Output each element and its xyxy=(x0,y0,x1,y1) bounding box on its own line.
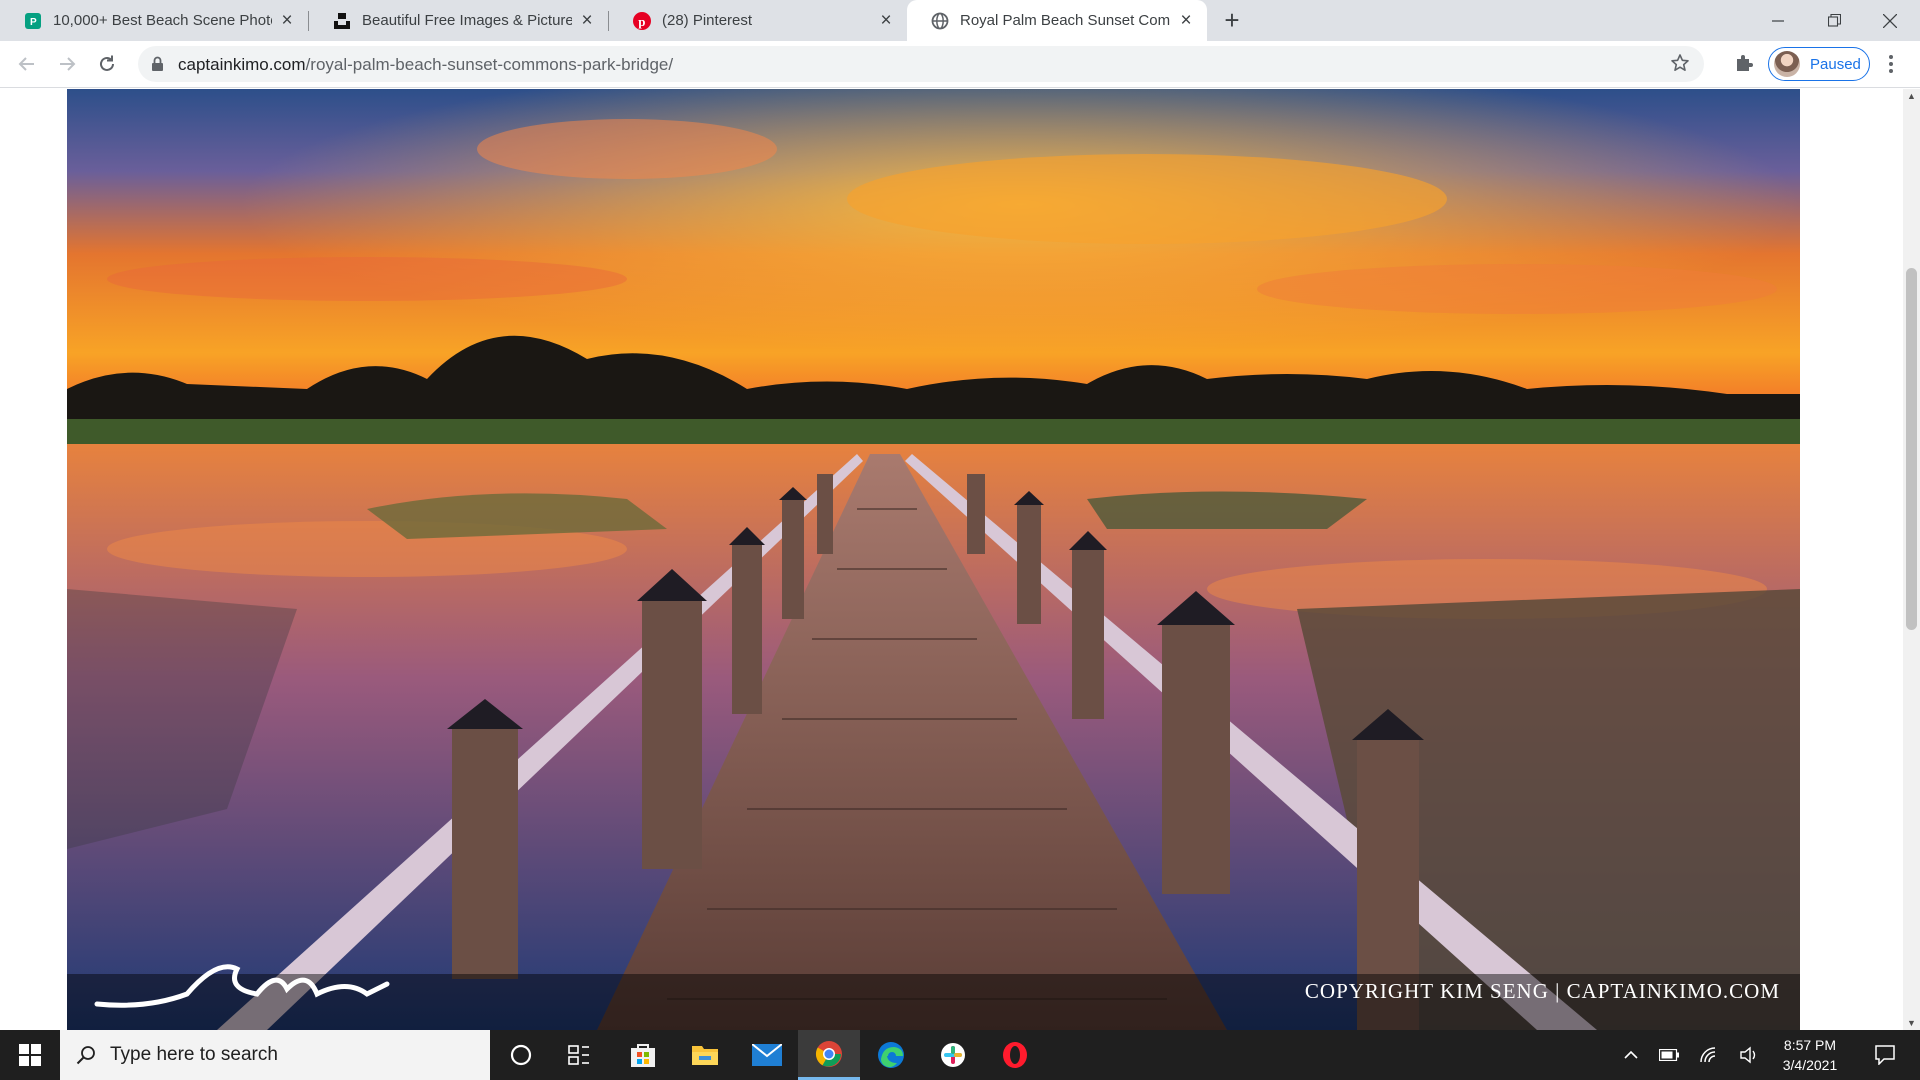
slack-icon[interactable] xyxy=(922,1030,984,1080)
copyright-watermark: COPYRIGHT KIM SENG | CAPTAINKIMO.COM xyxy=(1304,979,1780,1003)
bookmark-star-icon[interactable] xyxy=(1670,53,1690,78)
page-content: COPYRIGHT KIM SENG | CAPTAINKIMO.COM xyxy=(0,89,1920,1030)
tab-royal-palm[interactable]: Royal Palm Beach Sunset Comm × xyxy=(907,0,1207,41)
close-icon[interactable]: × xyxy=(877,10,895,31)
tab-title: Beautiful Free Images & Pictures xyxy=(362,12,572,29)
volume-icon[interactable] xyxy=(1736,1030,1762,1080)
tab-title: Royal Palm Beach Sunset Comm xyxy=(960,12,1171,29)
task-view-icon[interactable] xyxy=(548,1030,610,1080)
store-icon[interactable] xyxy=(612,1030,674,1080)
close-icon[interactable]: × xyxy=(278,10,296,31)
minimize-button[interactable] xyxy=(1750,0,1806,41)
opera-icon[interactable] xyxy=(984,1030,1046,1080)
taskbar-clock[interactable]: 8:57 PM 3/4/2021 xyxy=(1772,1035,1848,1075)
profile-button[interactable]: Paused xyxy=(1768,47,1870,81)
tab-title: 10,000+ Best Beach Scene Photo xyxy=(53,12,272,29)
svg-text:P: P xyxy=(30,17,37,28)
profile-status-label: Paused xyxy=(1810,55,1861,73)
pinterest-icon: p xyxy=(633,11,651,30)
url-domain: captainkimo.com xyxy=(178,55,306,74)
windows-taskbar: Type here to search 8:57 PM 3/4/2021 xyxy=(0,1030,1920,1080)
svg-text:p: p xyxy=(638,14,645,29)
tab-strip: P 10,000+ Best Beach Scene Photo × Beaut… xyxy=(0,0,1920,41)
more-menu-icon[interactable] xyxy=(1888,54,1894,79)
clock-date: 3/4/2021 xyxy=(1782,1057,1838,1073)
address-bar[interactable]: captainkimo.com/royal-palm-beach-sunset-… xyxy=(138,46,1704,82)
close-window-button[interactable] xyxy=(1862,0,1918,41)
notifications-icon[interactable] xyxy=(1862,1030,1908,1080)
edge-icon[interactable] xyxy=(860,1030,922,1080)
restore-button[interactable] xyxy=(1806,0,1862,41)
chrome-icon[interactable] xyxy=(798,1030,860,1080)
lock-icon[interactable] xyxy=(151,56,164,77)
close-icon[interactable]: × xyxy=(1177,10,1195,31)
new-tab-button[interactable]: + xyxy=(1219,7,1245,34)
browser-toolbar: captainkimo.com/royal-palm-beach-sunset-… xyxy=(0,41,1920,88)
file-explorer-icon[interactable] xyxy=(674,1030,736,1080)
url-path: /royal-palm-beach-sunset-commons-park-br… xyxy=(305,55,674,74)
windows-logo-icon xyxy=(19,1044,41,1066)
tab-title: (28) Pinterest xyxy=(662,12,753,29)
sunset-boardwalk-bridge-photo xyxy=(67,89,1800,1030)
extensions-puzzle-icon[interactable] xyxy=(1734,53,1754,78)
avatar xyxy=(1774,51,1800,77)
scroll-down-arrow-icon[interactable]: ▼ xyxy=(1907,1018,1916,1028)
start-button[interactable] xyxy=(0,1030,60,1080)
close-icon[interactable]: × xyxy=(578,10,596,31)
cortana-icon[interactable] xyxy=(490,1030,552,1080)
clock-time: 8:57 PM xyxy=(1783,1037,1837,1053)
unsplash-icon xyxy=(333,12,351,30)
tab-pinterest[interactable]: p (28) Pinterest × xyxy=(609,0,907,41)
tab-pexels[interactable]: P 10,000+ Best Beach Scene Photo × xyxy=(0,0,308,41)
back-button[interactable] xyxy=(14,51,40,77)
globe-icon xyxy=(931,12,949,30)
reload-button[interactable] xyxy=(94,51,120,77)
mail-icon[interactable] xyxy=(736,1030,798,1080)
search-placeholder: Type here to search xyxy=(110,1044,278,1065)
network-icon[interactable] xyxy=(1696,1030,1722,1080)
tray-overflow-chevron-icon[interactable] xyxy=(1618,1030,1644,1080)
scroll-up-arrow-icon[interactable]: ▲ xyxy=(1907,91,1916,101)
battery-icon[interactable] xyxy=(1656,1030,1682,1080)
vertical-scrollbar[interactable]: ▲ ▼ xyxy=(1903,89,1920,1030)
scroll-thumb[interactable] xyxy=(1906,268,1917,630)
search-icon xyxy=(76,1046,95,1065)
taskbar-search-box[interactable]: Type here to search xyxy=(60,1030,490,1080)
hero-photo: COPYRIGHT KIM SENG | CAPTAINKIMO.COM xyxy=(67,89,1800,1030)
url-text[interactable]: captainkimo.com/royal-palm-beach-sunset-… xyxy=(178,55,673,75)
forward-button[interactable] xyxy=(54,51,80,77)
pexels-icon: P xyxy=(24,12,42,30)
tab-unsplash[interactable]: Beautiful Free Images & Pictures × xyxy=(309,0,608,41)
